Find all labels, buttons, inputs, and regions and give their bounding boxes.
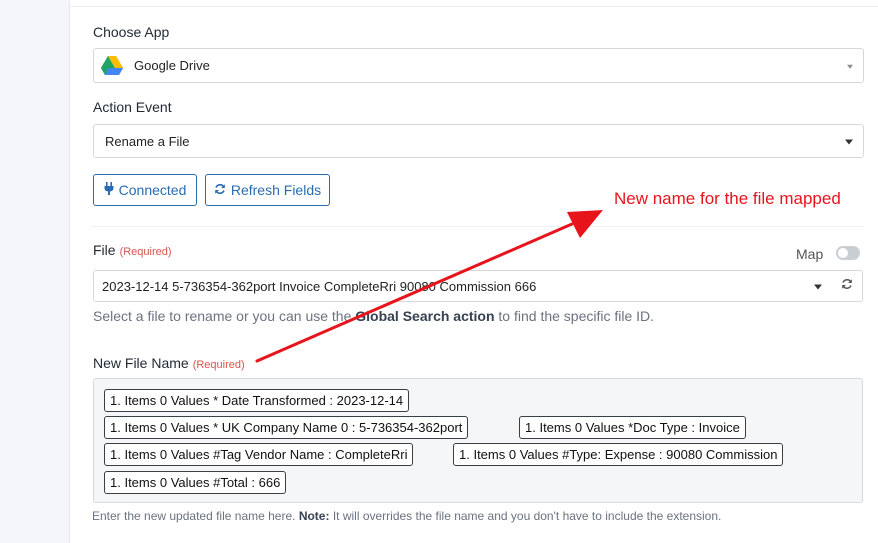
annotation-text: New name for the file mapped: [614, 189, 841, 208]
annotation-arrow: [255, 210, 603, 363]
